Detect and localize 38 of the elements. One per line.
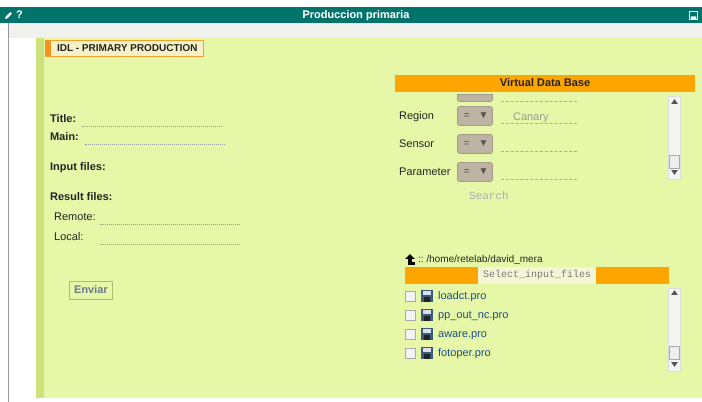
scrollbar[interactable] bbox=[668, 288, 681, 372]
checkbox[interactable] bbox=[405, 290, 416, 302]
filter-label: Parameter bbox=[399, 164, 452, 180]
file-link[interactable]: fotoper.pro bbox=[438, 344, 491, 362]
scroll-thumb[interactable] bbox=[669, 346, 680, 360]
field-label: Title: bbox=[50, 112, 76, 126]
section-label: Result files: bbox=[50, 190, 112, 204]
checkbox[interactable] bbox=[405, 328, 416, 340]
operator-dropdown[interactable]: = ▼ bbox=[457, 106, 493, 126]
filter-field[interactable]: Canary bbox=[501, 108, 577, 124]
scroll-thumb[interactable] bbox=[669, 154, 680, 168]
window-title: Produccion primaria bbox=[301, 8, 410, 23]
filter-label: Sensor bbox=[399, 136, 435, 152]
scroll-up-icon[interactable] bbox=[671, 98, 678, 104]
folder-path: :: /home/retelab/david_mera bbox=[418, 253, 543, 267]
checkbox[interactable] bbox=[405, 310, 416, 320]
submit-button[interactable]: Enviar bbox=[69, 281, 113, 300]
panel-header: Virtual Data Base bbox=[395, 75, 695, 92]
file-link[interactable]: loadct.pro bbox=[438, 288, 486, 304]
field-label: Remote: bbox=[54, 210, 94, 224]
filter-label: Region bbox=[399, 108, 435, 124]
select-files-button[interactable]: Select_input_files bbox=[478, 266, 596, 284]
checkbox[interactable] bbox=[405, 348, 416, 358]
operator-dropdown[interactable]: = ▼ bbox=[457, 162, 493, 182]
scroll-up-icon[interactable] bbox=[671, 290, 678, 296]
file-link[interactable]: pp_out_nc.pro bbox=[438, 306, 508, 324]
field-label: Main: bbox=[50, 130, 79, 144]
field-label: Local: bbox=[54, 230, 84, 244]
operator-dropdown[interactable] bbox=[457, 94, 493, 102]
help-link[interactable]: ? bbox=[16, 6, 23, 24]
pencil-icon[interactable] bbox=[4, 10, 13, 20]
operator-dropdown[interactable]: = ▼ bbox=[457, 134, 493, 154]
scrollbar[interactable] bbox=[668, 96, 681, 180]
file-link[interactable]: aware.pro bbox=[438, 326, 487, 342]
section-label: Input files: bbox=[50, 160, 106, 174]
section-tab[interactable]: IDL - PRIMARY PRODUCTION bbox=[45, 40, 204, 57]
save-icon[interactable] bbox=[689, 10, 698, 20]
up-arrow-icon[interactable] bbox=[405, 254, 415, 265]
